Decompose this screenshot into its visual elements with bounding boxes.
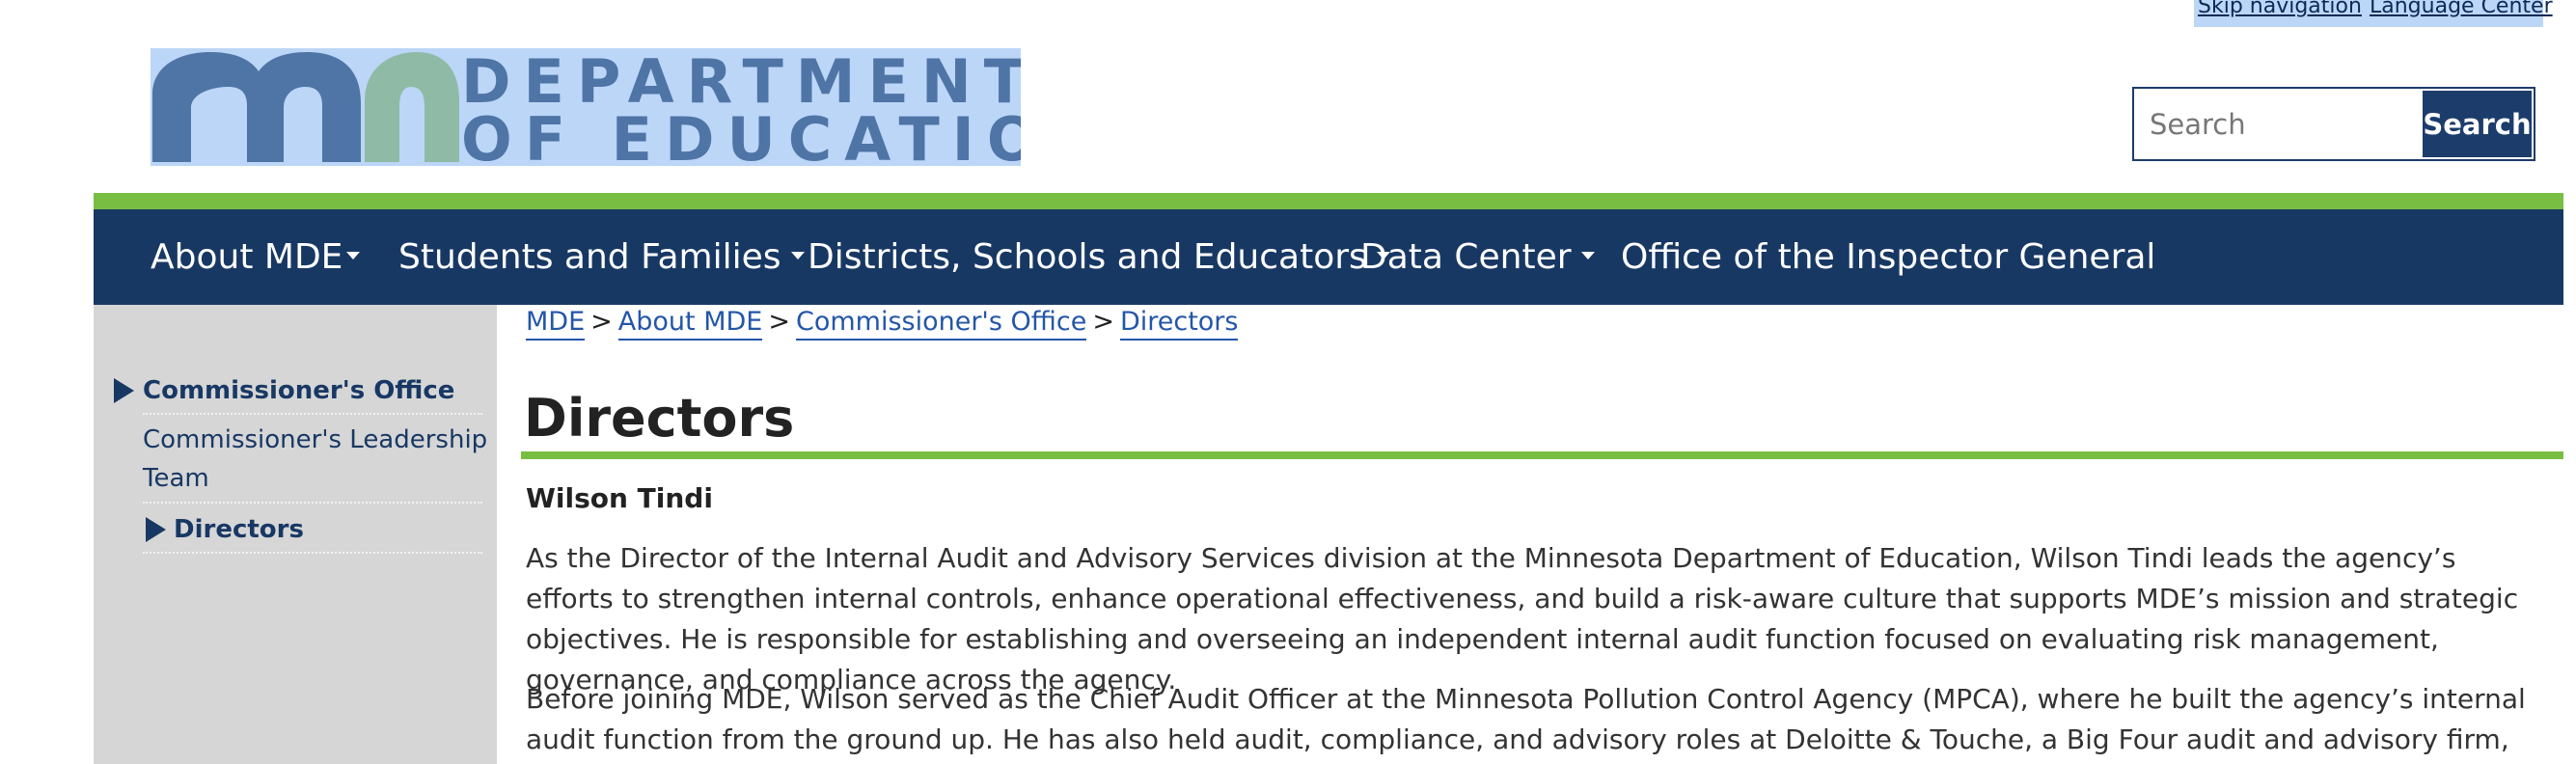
- director-name: Wilson Tindi: [526, 482, 713, 514]
- caret-down-icon: [790, 252, 805, 259]
- caret-down-icon: [346, 252, 361, 259]
- search-input[interactable]: [2136, 91, 2422, 157]
- search-button[interactable]: Search: [2423, 91, 2532, 157]
- nav-districts-schools-educators[interactable]: Districts, Schools and Educators: [808, 209, 1390, 305]
- breadcrumb-directors[interactable]: Directors: [1119, 307, 1239, 341]
- main-navigation: About MDE Students and Families District…: [94, 209, 2563, 305]
- nav-inspector-general[interactable]: Office of the Inspector General: [1621, 209, 2155, 305]
- sidebar-item-leadership-line1: Commissioner's Leadership: [143, 425, 488, 454]
- triangle-right-icon: [114, 378, 134, 403]
- mde-logo[interactable]: DEPARTMENT OF EDUCATION: [151, 48, 1021, 166]
- sidebar-divider: [143, 552, 482, 554]
- nav-accent-bar: [94, 193, 2563, 209]
- breadcrumb-separator: >: [590, 307, 613, 337]
- breadcrumb: MDE > About MDE > Commissioner's Office > Dire…: [526, 307, 1239, 341]
- language-center-link[interactable]: Language Center: [2370, 0, 2553, 18]
- sidebar-divider: [143, 502, 482, 504]
- nav-about-mde[interactable]: About MDE: [151, 209, 361, 305]
- caret-down-icon: [1580, 252, 1595, 259]
- nav-districts-label: Districts, Schools and Educators: [808, 237, 1367, 277]
- utility-bar: Skip navigation Language Center: [2194, 0, 2553, 27]
- breadcrumb-separator: >: [1092, 307, 1114, 337]
- nav-inspector-general-label: Office of the Inspector General: [1621, 237, 2156, 277]
- skip-navigation-link[interactable]: Skip navigation: [2198, 0, 2362, 18]
- page-title: Directors: [524, 388, 795, 449]
- sidebar-divider: [143, 413, 482, 415]
- title-underline: [521, 451, 2563, 459]
- bio-paragraph-1: As the Director of the Internal Audit an…: [526, 542, 2519, 696]
- breadcrumb-separator: >: [768, 307, 790, 337]
- breadcrumb-mde[interactable]: MDE: [526, 307, 586, 341]
- sidebar-item-leadership-line2: Team: [143, 464, 209, 493]
- breadcrumb-about-mde[interactable]: About MDE: [617, 307, 763, 341]
- nav-students-families[interactable]: Students and Families: [398, 209, 805, 305]
- nav-about-mde-label: About MDE: [151, 237, 343, 277]
- sidebar: Commissioner's Office Commissioner's Lea…: [94, 305, 497, 764]
- mn-logo-mark-icon: [152, 52, 459, 162]
- bio-paragraph-2: Before joining MDE, Wilson served as the…: [526, 683, 2526, 755]
- breadcrumb-commissioners-office[interactable]: Commissioner's Office: [795, 307, 1087, 341]
- sidebar-item-leadership-team[interactable]: Commissioner's Leadership Team: [143, 421, 487, 498]
- search-form: Search: [2132, 87, 2535, 161]
- sidebar-heading-commissioners-office[interactable]: Commissioner's Office: [143, 376, 454, 405]
- nav-data-center-label: Data Center: [1360, 237, 1572, 277]
- nav-students-families-label: Students and Families: [398, 237, 781, 277]
- sidebar-item-directors[interactable]: Directors: [174, 515, 304, 544]
- nav-data-center[interactable]: Data Center: [1360, 209, 1595, 305]
- triangle-right-icon: [146, 517, 166, 542]
- logo-line-2: OF EDUCATION: [461, 104, 1021, 166]
